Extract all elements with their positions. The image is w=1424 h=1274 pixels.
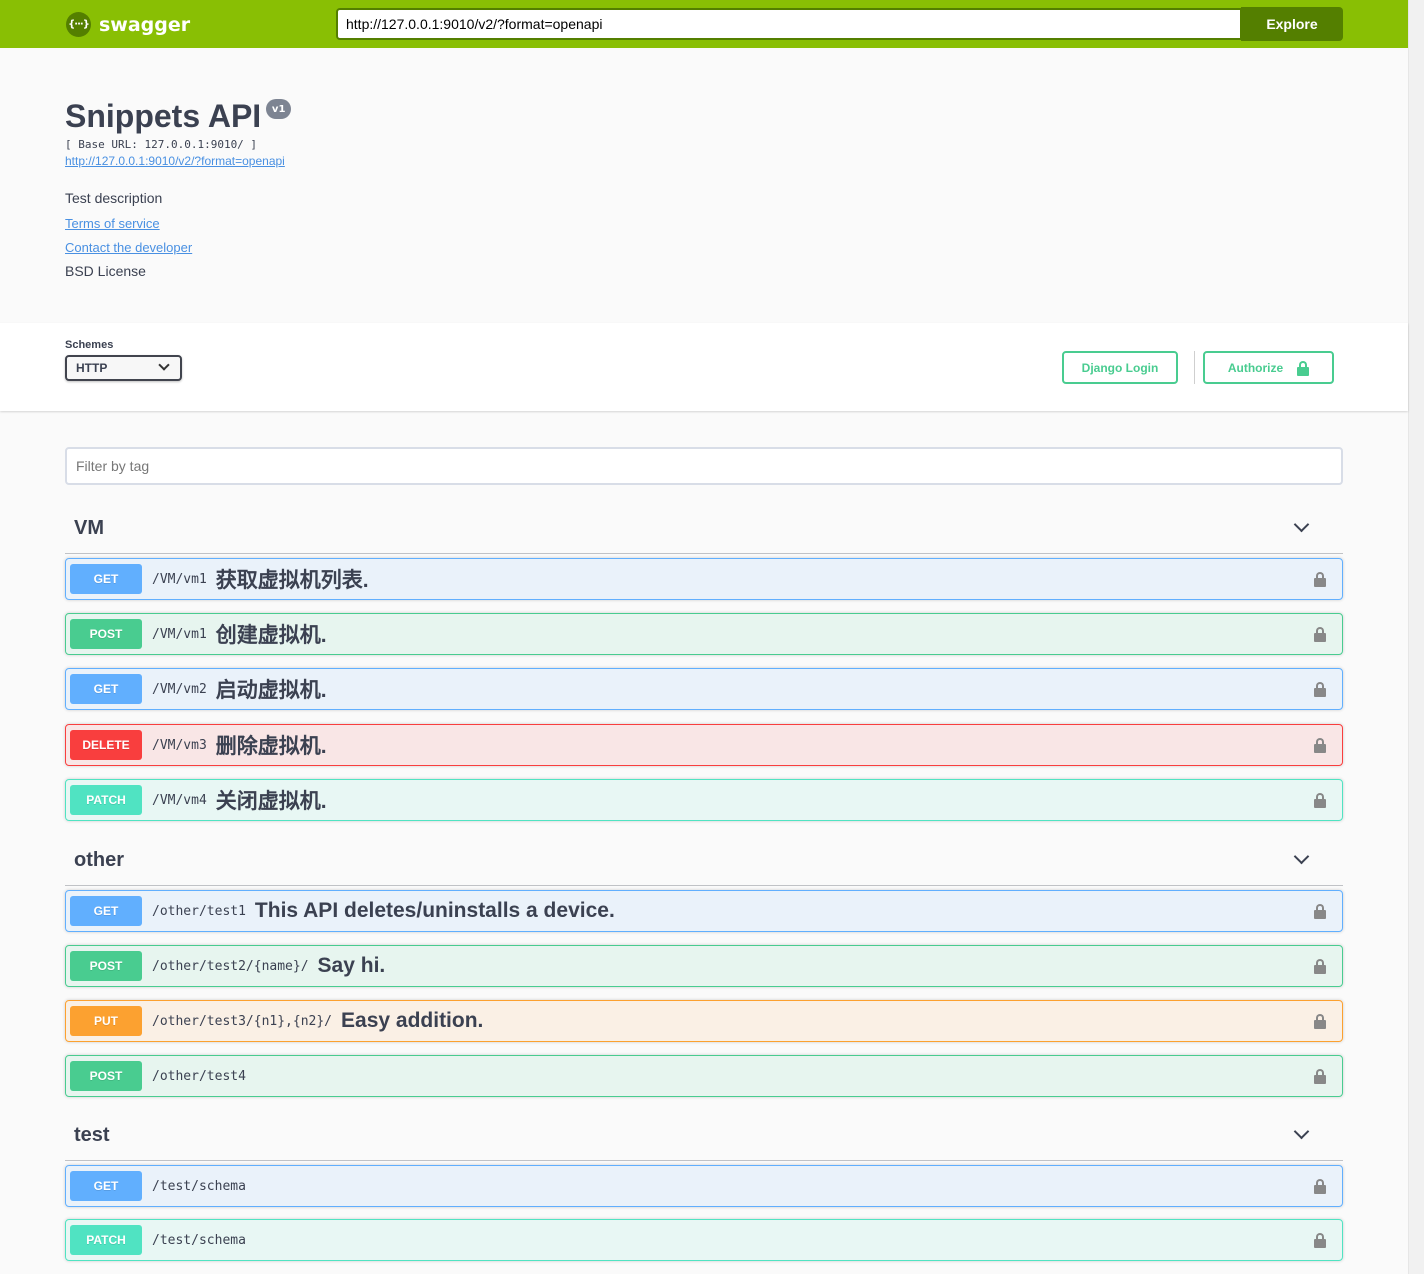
api-description: Test description xyxy=(65,190,163,206)
lock-icon[interactable] xyxy=(1314,793,1326,808)
lock-icon[interactable] xyxy=(1314,738,1326,753)
operation-row[interactable]: DELETE /VM/vm3 删除虚拟机. xyxy=(65,724,1343,766)
operation-summary: 获取虚拟机列表. xyxy=(215,569,369,592)
chevron-down-icon[interactable] xyxy=(1293,516,1310,533)
operation-path: /VM/vm2 xyxy=(152,681,207,697)
chevron-down-icon xyxy=(158,359,170,371)
method-badge: GET xyxy=(70,1171,142,1201)
method-badge: POST xyxy=(70,619,142,649)
operation-path: /test/schema xyxy=(152,1232,246,1248)
top-bar: {···} swagger Explore xyxy=(0,0,1408,48)
operation-path: /VM/vm3 xyxy=(152,737,207,753)
operation-summary: 关闭虚拟机. xyxy=(215,790,327,813)
scheme-select[interactable]: HTTP xyxy=(65,355,182,381)
lock-icon[interactable] xyxy=(1314,1069,1326,1084)
method-badge: GET xyxy=(70,896,142,926)
tag-name: other xyxy=(74,849,124,871)
operation-row[interactable]: POST /other/test4 xyxy=(65,1055,1343,1097)
operation-path: /VM/vm4 xyxy=(152,792,207,808)
lock-icon[interactable] xyxy=(1314,627,1326,642)
operation-summary: Say hi. xyxy=(317,954,386,977)
api-info: Snippets API v1 [ Base URL: 127.0.0.1:90… xyxy=(65,96,765,279)
operation-row[interactable]: PATCH /VM/vm4 关闭虚拟机. xyxy=(65,779,1343,821)
scheme-selected-value: HTTP xyxy=(76,361,108,375)
operation-path: /VM/vm1 xyxy=(152,626,207,642)
operation-path: /other/test2/{name}/ xyxy=(152,958,309,974)
lock-icon[interactable] xyxy=(1314,904,1326,919)
method-badge: PUT xyxy=(70,1006,142,1036)
operation-row[interactable]: PUT /other/test3/{n1},{n2}/ Easy additio… xyxy=(65,1000,1343,1042)
authorize-label: Authorize xyxy=(1227,360,1284,375)
operation-summary: Easy addition. xyxy=(341,1009,484,1032)
lock-icon[interactable] xyxy=(1314,1179,1326,1194)
lock-icon[interactable] xyxy=(1314,682,1326,697)
page-title: Snippets API xyxy=(65,98,262,134)
operation-row[interactable]: GET /VM/vm2 启动虚拟机. xyxy=(65,668,1343,710)
tag-header-vm[interactable]: VM xyxy=(65,507,1343,554)
spec-url-input[interactable] xyxy=(336,8,1242,40)
operation-path: /other/test3/{n1},{n2}/ xyxy=(152,1013,333,1029)
method-badge: GET xyxy=(70,564,142,594)
operation-path: /test/schema xyxy=(152,1178,246,1194)
schemes-label: Schemes xyxy=(65,339,114,351)
unlocked-icon xyxy=(1297,360,1310,376)
operation-summary: This API deletes/uninstalls a device. xyxy=(254,899,615,922)
operation-path: /other/test1 xyxy=(152,903,246,919)
chevron-down-icon[interactable] xyxy=(1293,1123,1310,1140)
terms-link[interactable]: Terms of service xyxy=(65,216,765,231)
method-badge: POST xyxy=(70,951,142,981)
operation-row[interactable]: PATCH /test/schema xyxy=(65,1219,1343,1261)
tag-name: test xyxy=(74,1124,110,1146)
version-badge: v1 xyxy=(266,99,292,119)
lock-icon[interactable] xyxy=(1314,572,1326,587)
operation-path: /other/test4 xyxy=(152,1068,246,1084)
base-url: [ Base URL: 127.0.0.1:9010/ ] xyxy=(65,138,258,151)
tag-name: VM xyxy=(74,517,104,539)
method-badge: PATCH xyxy=(70,1225,142,1255)
tag-header-test[interactable]: test xyxy=(65,1114,1343,1161)
tag-header-other[interactable]: other xyxy=(65,839,1343,886)
logo-text: swagger xyxy=(99,13,191,36)
swagger-logo[interactable]: {···} swagger xyxy=(66,12,190,37)
method-badge: DELETE xyxy=(70,730,142,760)
divider xyxy=(1194,351,1195,384)
operation-row[interactable]: GET /test/schema xyxy=(65,1165,1343,1207)
operation-path: /VM/vm1 xyxy=(152,571,207,587)
operation-row[interactable]: GET /VM/vm1 获取虚拟机列表. xyxy=(65,558,1343,600)
filter-tag-input[interactable] xyxy=(65,447,1343,485)
contact-link[interactable]: Contact the developer xyxy=(65,240,765,255)
license-text: BSD License xyxy=(65,263,146,279)
operation-row[interactable]: POST /other/test2/{name}/ Say hi. xyxy=(65,945,1343,987)
operation-row[interactable]: POST /VM/vm1 创建虚拟机. xyxy=(65,613,1343,655)
spec-link[interactable]: http://127.0.0.1:9010/v2/?format=openapi xyxy=(65,154,765,168)
method-badge: POST xyxy=(70,1061,142,1091)
lock-icon[interactable] xyxy=(1314,1233,1326,1248)
method-badge: PATCH xyxy=(70,785,142,815)
lock-icon[interactable] xyxy=(1314,959,1326,974)
chevron-down-icon[interactable] xyxy=(1293,848,1310,865)
swagger-logo-icon: {···} xyxy=(66,12,91,37)
operation-summary: 删除虚拟机. xyxy=(215,735,327,758)
authorize-button[interactable]: Authorize xyxy=(1203,351,1334,384)
django-login-button[interactable]: Django Login xyxy=(1062,351,1178,384)
scheme-container: Schemes HTTP Django Login Authorize xyxy=(0,323,1408,411)
scrollbar[interactable] xyxy=(1408,0,1424,1274)
explore-button[interactable]: Explore xyxy=(1241,7,1343,41)
lock-icon[interactable] xyxy=(1314,1014,1326,1029)
operation-summary: 创建虚拟机. xyxy=(215,624,327,647)
operation-row[interactable]: GET /other/test1 This API deletes/uninst… xyxy=(65,890,1343,932)
operation-summary: 启动虚拟机. xyxy=(215,679,327,702)
method-badge: GET xyxy=(70,674,142,704)
